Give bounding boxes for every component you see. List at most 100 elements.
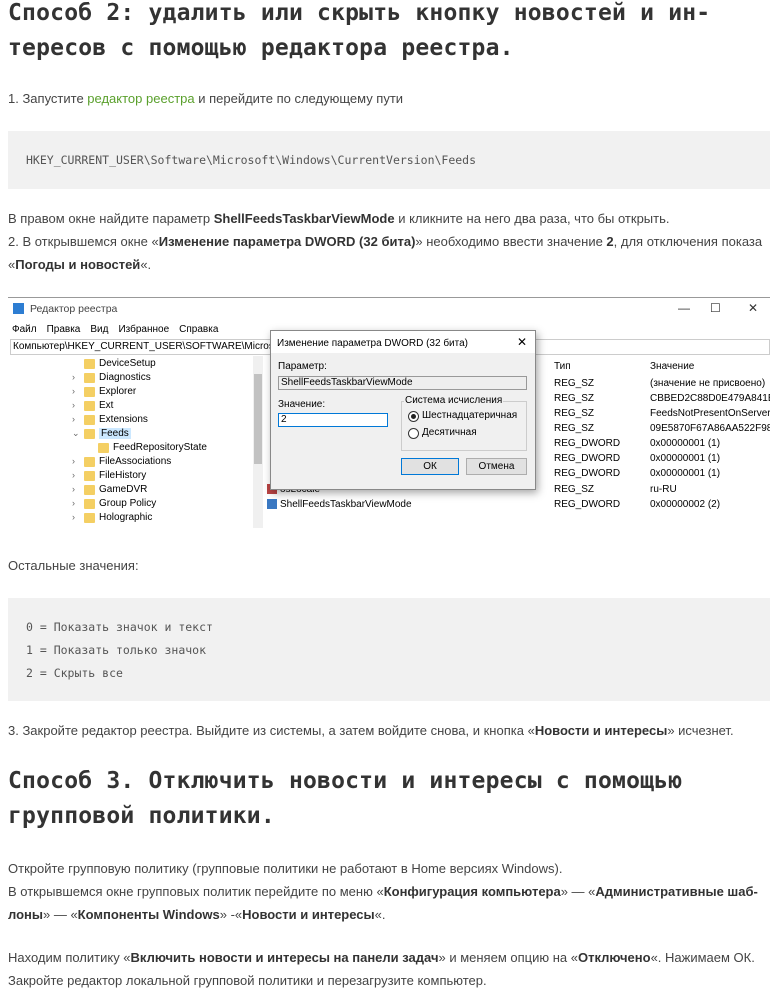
chevron-right-icon[interactable]: ›: [72, 400, 75, 410]
text: Остальные значения:: [8, 558, 139, 573]
code-line: HKEY_CURRENT_USER\Software\Microsoft\Win…: [26, 153, 477, 167]
chevron-right-icon[interactable]: ›: [72, 456, 75, 466]
text: » -«: [219, 907, 243, 922]
text: , для отключения показа: [613, 234, 763, 249]
maximize-icon[interactable]: ☐: [710, 301, 721, 315]
chevron-right-icon[interactable]: ›: [72, 470, 75, 480]
code-line: 0 = Показать значок и текст: [26, 620, 213, 634]
code-line: 2 = Скрыть все: [26, 666, 123, 680]
window-title: Редактор реестра: [30, 303, 118, 315]
folder-icon: [84, 485, 95, 495]
folder-icon: [84, 457, 95, 467]
row-value: 09E5870F67A86AA522F98831: [650, 423, 770, 434]
tree-label: Ext: [99, 400, 114, 411]
row-type: REG_SZ: [554, 378, 595, 389]
bold-text: 2: [606, 234, 614, 249]
dec-radio[interactable]: [408, 428, 419, 439]
bold-text: Изменение параметра DWORD (32 бита): [158, 234, 416, 249]
chevron-right-icon[interactable]: ›: [72, 414, 75, 424]
bold-text: Новости и интересы: [534, 723, 668, 738]
code-block-values: 0 = Показать значок и текст 1 = Показать…: [8, 598, 770, 701]
text: и перейдите по следующему пути: [194, 91, 404, 106]
menu-view[interactable]: Вид: [90, 324, 108, 335]
folder-icon: [84, 401, 95, 411]
close-icon[interactable]: ✕: [517, 335, 527, 349]
param-name-text: ShellFeedsTaskbarViewMode: [281, 377, 413, 388]
bold-text: Конфигурация компьютера: [383, 884, 561, 899]
heading-line: Способ 3. Отключить новости и интересы с…: [8, 768, 683, 794]
close-icon[interactable]: ✕: [748, 301, 758, 315]
row-value: 0x00000001 (1): [650, 438, 721, 449]
tree-label: Group Policy: [99, 498, 157, 509]
tree-label: Holographic: [99, 512, 153, 523]
cancel-button[interactable]: Отмена: [466, 458, 527, 475]
base-group-label: Система исчисления: [404, 395, 504, 406]
tree-label: FileAssociations: [99, 456, 172, 467]
menu-file[interactable]: Файл: [12, 324, 37, 335]
bold-text: лоны: [8, 907, 43, 922]
value-text: 2: [281, 414, 287, 425]
scroll-thumb[interactable]: [254, 374, 262, 464]
heading-line: тересов с помощью редактора реестра.: [8, 35, 514, 61]
chevron-right-icon[interactable]: ›: [72, 484, 75, 494]
text: 1. Запустите: [8, 91, 88, 106]
param-label: Параметр:: [278, 361, 327, 372]
bold-text: Включить новости и интересы на панели за…: [130, 950, 439, 965]
chevron-right-icon[interactable]: ›: [72, 498, 75, 508]
step1-paragraph: 1. Запустите редактор реестра и перейдит…: [8, 87, 403, 110]
tree-label: Diagnostics: [99, 372, 151, 383]
heading-line: групповой политики.: [8, 803, 275, 829]
menu-help[interactable]: Справка: [179, 324, 218, 335]
param-name-field: ShellFeedsTaskbarViewMode: [278, 376, 527, 390]
text: и кликните на него два раза, что бы откр…: [394, 211, 670, 226]
menu-bar: Файл Правка Вид Избранное Справка: [12, 324, 228, 335]
row-value: ru-RU: [650, 484, 677, 495]
ok-button[interactable]: ОК: [401, 458, 459, 475]
value-input[interactable]: 2: [278, 413, 388, 427]
hex-radio[interactable]: [408, 411, 419, 422]
chevron-down-icon[interactable]: ⌄: [72, 428, 80, 439]
minimize-icon[interactable]: —: [678, 301, 690, 315]
row-type: REG_DWORD: [554, 499, 621, 510]
tree-label: FileHistory: [99, 470, 147, 481]
bold-text: ShellFeedsTaskbarViewMode: [213, 211, 395, 226]
reg-dword-icon: [267, 499, 277, 509]
registry-editor-screenshot: Редактор реестра — ☐ ✕ Файл Правка Вид Избр…: [8, 297, 770, 528]
menu-edit[interactable]: Правка: [47, 324, 81, 335]
dialog-body: Параметр: ShellFeedsTaskbarViewMode Знач…: [271, 353, 535, 489]
text: » и меняем опцию на «: [438, 950, 578, 965]
regedit-link[interactable]: редактор реестра: [87, 91, 194, 106]
folder-icon: [84, 471, 95, 481]
tree-label: Explorer: [99, 386, 137, 397]
section3-heading: Способ 3. Отключить новости и интересы с…: [8, 764, 682, 834]
chevron-right-icon[interactable]: ›: [72, 512, 75, 522]
policy-paragraph: Находим политику «Включить новости и инт…: [8, 946, 755, 992]
text: » исчезнет.: [667, 723, 734, 738]
section2-heading: Способ 2: удалить или скрыть кнопку ново…: [8, 0, 710, 66]
chevron-right-icon[interactable]: ›: [72, 386, 75, 396]
code-block-path: HKEY_CURRENT_USER\Software\Microsoft\Win…: [8, 131, 770, 189]
edit-dword-dialog: Изменение параметра DWORD (32 бита) ✕ Па…: [270, 330, 536, 490]
column-header-type[interactable]: Тип: [554, 361, 571, 372]
tree-scrollbar[interactable]: [253, 356, 263, 528]
text: Закройте редактор локальной групповой по…: [8, 973, 487, 988]
tree-label: GameDVR: [99, 484, 148, 495]
row-type: REG_SZ: [554, 423, 595, 434]
chevron-right-icon[interactable]: ›: [72, 372, 75, 382]
tree-label: DeviceSetup: [99, 358, 156, 369]
menu-favorites[interactable]: Избранное: [118, 324, 169, 335]
bold-text: Административные шаб-: [595, 884, 758, 899]
folder-icon: [84, 499, 95, 509]
other-values-label: Остальные значения:: [8, 554, 139, 577]
bold-text: Погоды и новостей: [15, 257, 141, 272]
row-type: REG_DWORD: [554, 453, 621, 464]
text: » необходимо ввести значение: [415, 234, 607, 249]
tree-label: Extensions: [99, 414, 148, 425]
text: «. Нажимаем ОК.: [650, 950, 755, 965]
row-name[interactable]: ShellFeedsTaskbarViewMode: [280, 499, 412, 510]
value-label: Значение:: [278, 399, 326, 410]
regedit-app-icon: [13, 303, 24, 314]
row-type: REG_SZ: [554, 408, 595, 419]
column-header-value[interactable]: Значение: [650, 361, 694, 372]
param-paragraph: В правом окне найдите параметр ShellFeed…: [8, 207, 762, 276]
